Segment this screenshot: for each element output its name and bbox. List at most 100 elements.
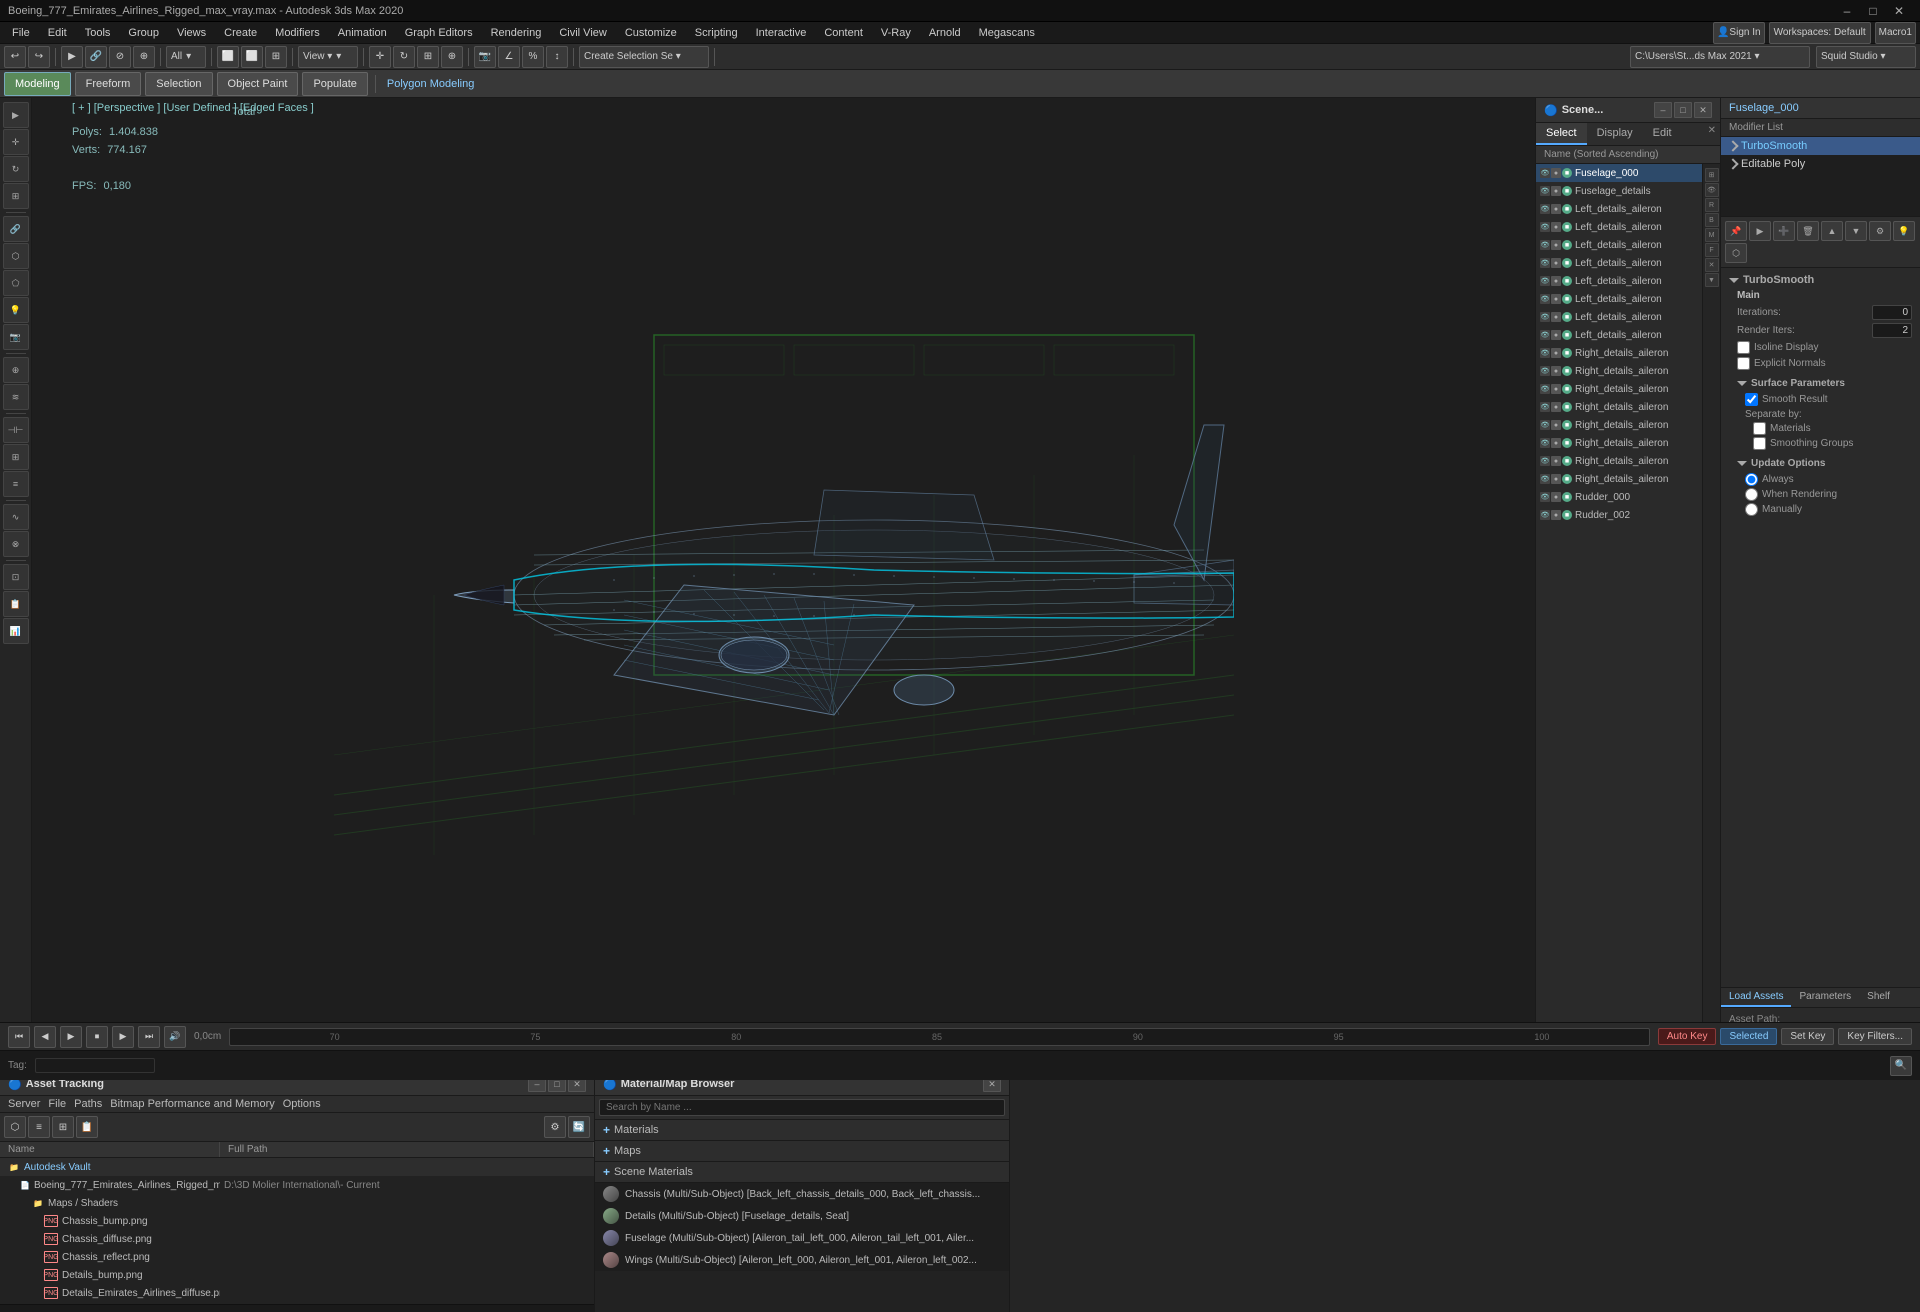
se-rt-btn-eye[interactable]: 👁 [1705, 183, 1719, 197]
lt-align-btn[interactable]: ⊞ [3, 444, 29, 470]
angle-snap-btn[interactable]: ∠ [498, 46, 520, 68]
scene-list-item[interactable]: 👁 ● ■ Right_details_aileron [1536, 344, 1702, 362]
always-radio[interactable] [1745, 473, 1758, 486]
se-rt-btn-x[interactable]: ✕ [1705, 258, 1719, 272]
scene-list-item[interactable]: 👁 ● ■ Left_details_aileron [1536, 218, 1702, 236]
lt-link-btn[interactable]: 🔗 [3, 216, 29, 242]
close-btn[interactable]: ✕ [1886, 0, 1912, 22]
se-rt-btn-filter[interactable]: ⊞ [1705, 168, 1719, 182]
tl-skip-end-btn[interactable]: ⏭ [138, 1026, 160, 1048]
scene-list-item[interactable]: 👁 ● ■ Right_details_aileron [1536, 362, 1702, 380]
object-paint-tab[interactable]: Object Paint [217, 72, 299, 96]
modifier-editable-poly[interactable]: Editable Poly [1721, 155, 1920, 173]
scene-list-item[interactable]: 👁 ● ■ Right_details_aileron [1536, 380, 1702, 398]
menu-animation[interactable]: Animation [330, 25, 395, 41]
scene-list-item[interactable]: 👁 ● ■ Left_details_aileron [1536, 308, 1702, 326]
lt-cameras-btn[interactable]: 📷 [3, 324, 29, 350]
at-list-item[interactable]: PNG Details_bump.png [0, 1266, 594, 1284]
lt-select-btn[interactable]: ▶ [3, 102, 29, 128]
smoothing-groups-checkbox[interactable] [1753, 437, 1766, 450]
create-selection-dropdown[interactable]: Create Selection Se ▾ [579, 46, 709, 68]
macro-btn[interactable]: Macro1 [1875, 22, 1916, 44]
scene-list-item[interactable]: 👁 ● ■ Left_details_aileron [1536, 254, 1702, 272]
lt-layer-btn[interactable]: ≡ [3, 471, 29, 497]
undo-btn[interactable]: ↩ [4, 46, 26, 68]
scene-list-item[interactable]: 👁 ● ■ Left_details_aileron [1536, 290, 1702, 308]
window-cross-btn[interactable]: ⊞ [265, 46, 287, 68]
tl-next-frame-btn[interactable]: ▶ [112, 1026, 134, 1048]
scene-list-item[interactable]: 👁 ● ■ Right_details_aileron [1536, 470, 1702, 488]
sign-in-btn[interactable]: 👤 Sign In [1713, 22, 1765, 44]
scene-list-item[interactable]: 👁 ● ■ Right_details_aileron [1536, 398, 1702, 416]
rp-delete-btn[interactable]: 🗑 [1797, 221, 1819, 241]
menu-arnold[interactable]: Arnold [921, 25, 969, 41]
mb-search-input[interactable] [599, 1099, 1005, 1116]
at-menu-paths[interactable]: Paths [74, 1098, 102, 1110]
se-rt-btn-m[interactable]: M [1705, 228, 1719, 242]
rp-up-btn[interactable]: ▲ [1821, 221, 1843, 241]
se-rt-btn-down[interactable]: ▼ [1705, 273, 1719, 287]
status-input[interactable] [35, 1058, 155, 1073]
lt-mirror-btn[interactable]: ⊣⊢ [3, 417, 29, 443]
lt-xref-btn[interactable]: ⊗ [3, 531, 29, 557]
scene-list-item[interactable]: 👁 ● ■ Left_details_aileron [1536, 272, 1702, 290]
mb-mat-details[interactable]: Details (Multi/Sub-Object) [Fuselage_det… [595, 1205, 1009, 1227]
move-btn[interactable]: ✛ [369, 46, 391, 68]
lt-lights-btn[interactable]: 💡 [3, 297, 29, 323]
menu-scripting[interactable]: Scripting [687, 25, 746, 41]
lt-rotate-btn[interactable]: ↻ [3, 156, 29, 182]
scene-list-item[interactable]: 👁 ● ■ Right_details_aileron [1536, 434, 1702, 452]
rp-add-btn[interactable]: ➕ [1773, 221, 1795, 241]
at-menu-bitmap-perf[interactable]: Bitmap Performance and Memory [110, 1098, 274, 1110]
at-menu-file[interactable]: File [48, 1098, 66, 1110]
at-list-item[interactable]: 📁 Autodesk Vault [0, 1158, 594, 1176]
se-rt-btn-b[interactable]: B [1705, 213, 1719, 227]
auto-key-btn[interactable]: Auto Key [1658, 1028, 1717, 1045]
iterations-input[interactable] [1872, 305, 1912, 320]
se-rt-btn-r[interactable]: R [1705, 198, 1719, 212]
percent-snap-btn[interactable]: % [522, 46, 544, 68]
menu-civil-view[interactable]: Civil View [551, 25, 614, 41]
mb-section-scene-materials[interactable]: + Scene Materials [595, 1162, 1009, 1183]
lt-scale-btn[interactable]: ⊞ [3, 183, 29, 209]
menu-tools[interactable]: Tools [77, 25, 119, 41]
squid-dropdown[interactable]: Squid Studio ▾ [1816, 46, 1916, 68]
scene-list-item[interactable]: 👁 ● ■ Right_details_aileron [1536, 416, 1702, 434]
at-list-item[interactable]: 📄 Boeing_777_Emirates_Airlines_Rigged_ma… [0, 1176, 594, 1194]
at-scrollbar[interactable] [0, 1304, 594, 1312]
scene-list-item[interactable]: 👁 ● ■ Fuselage_000 [1536, 164, 1702, 182]
lt-scene-states-btn[interactable]: 📋 [3, 591, 29, 617]
key-filters-btn[interactable]: Key Filters... [1838, 1028, 1912, 1045]
tl-skip-start-btn[interactable]: ⏮ [8, 1026, 30, 1048]
bind-btn[interactable]: ⊕ [133, 46, 155, 68]
load-assets-tab[interactable]: Load Assets [1721, 988, 1791, 1007]
maximize-btn[interactable]: □ [1860, 0, 1886, 22]
scene-tab-edit[interactable]: Edit [1643, 123, 1682, 145]
mb-section-materials[interactable]: + Materials [595, 1120, 1009, 1141]
viewport[interactable]: [ + ] [Perspective ] [User Defined ] [Ed… [32, 98, 1535, 1072]
menu-customize[interactable]: Customize [617, 25, 685, 41]
render-iters-input[interactable] [1872, 323, 1912, 338]
scene-maximize-btn[interactable]: □ [1674, 102, 1692, 118]
scene-list-item[interactable]: 👁 ● ■ Left_details_aileron [1536, 200, 1702, 218]
menu-group[interactable]: Group [120, 25, 167, 41]
at-btn4[interactable]: 📋 [76, 1116, 98, 1138]
mb-mat-fuselage[interactable]: Fuselage (Multi/Sub-Object) [Aileron_tai… [595, 1227, 1009, 1249]
tl-stop-btn[interactable]: ⏹ [86, 1026, 108, 1048]
unlink-btn[interactable]: ⊘ [109, 46, 131, 68]
view-dropdown[interactable]: View ▾ ▾ [298, 46, 358, 68]
menu-modifiers[interactable]: Modifiers [267, 25, 328, 41]
lt-zoom-extents-btn[interactable]: ⊡ [3, 564, 29, 590]
search-icon[interactable]: 🔍 [1890, 1056, 1912, 1076]
lt-spacewarps-btn[interactable]: ≋ [3, 384, 29, 410]
scene-list-item[interactable]: 👁 ● ■ Right_details_aileron [1536, 452, 1702, 470]
select-obj-btn[interactable]: ⬜ [217, 46, 239, 68]
rp-mesh-btn[interactable]: ⬡ [1725, 243, 1747, 263]
when-rendering-radio[interactable] [1745, 488, 1758, 501]
menu-interactive[interactable]: Interactive [748, 25, 815, 41]
scene-list-item[interactable]: 👁 ● ■ Left_details_aileron [1536, 236, 1702, 254]
rp-down-btn[interactable]: ▼ [1845, 221, 1867, 241]
at-btn3[interactable]: ⊞ [52, 1116, 74, 1138]
scene-list-item[interactable]: 👁 ● ■ Rudder_002 [1536, 506, 1702, 524]
explicit-normals-checkbox[interactable] [1737, 357, 1750, 370]
